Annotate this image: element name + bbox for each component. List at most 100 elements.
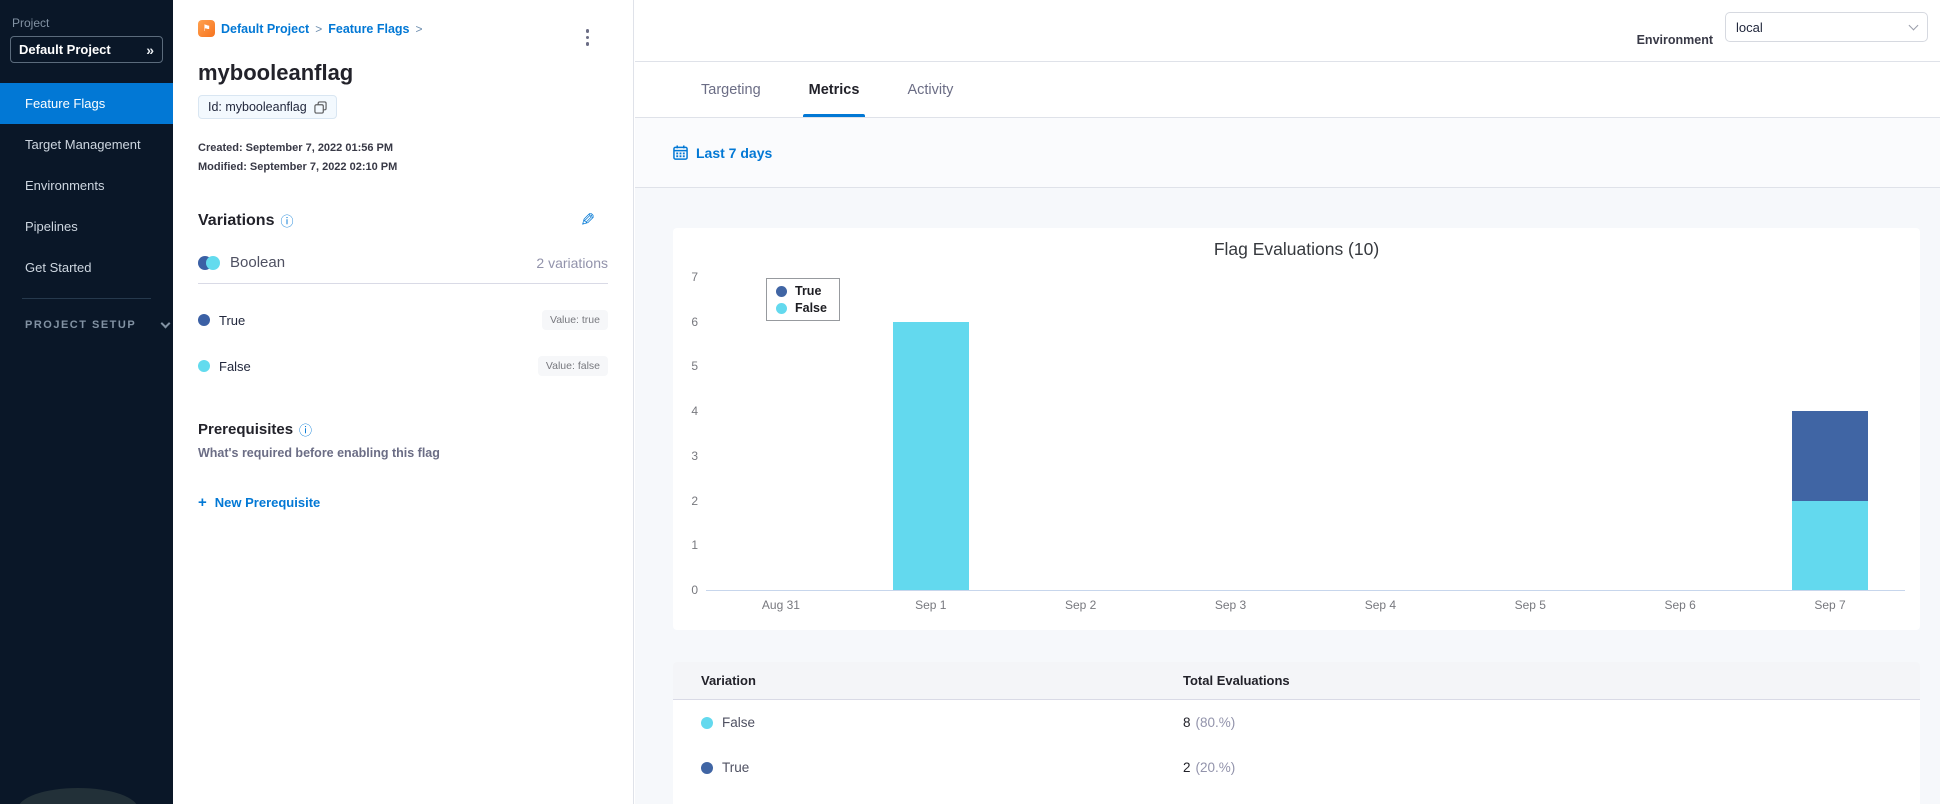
variation-color-dot bbox=[198, 360, 210, 372]
feature-flags-module-icon: ⚑ bbox=[198, 20, 215, 37]
date-range-filter[interactable]: Last 7 days bbox=[673, 145, 772, 161]
sidebar-item-pipelines[interactable]: Pipelines bbox=[0, 206, 173, 247]
project-label: Project bbox=[12, 16, 50, 30]
x-axis-tick-label: Aug 31 bbox=[761, 598, 800, 612]
expand-project-icon[interactable]: » bbox=[146, 42, 154, 58]
filter-bar: Last 7 days bbox=[635, 118, 1940, 188]
breadcrumb-feature-flags-link[interactable]: Feature Flags bbox=[328, 22, 409, 36]
flag-id-text: Id: mybooleanflag bbox=[208, 100, 307, 114]
sidebar: Project Default Project » Feature Flags T… bbox=[0, 0, 173, 804]
evaluations-table-card: Variation Total Evaluations False 8 (80.%)… bbox=[673, 662, 1920, 804]
variation-color-dot bbox=[701, 716, 713, 729]
variation-cell: True bbox=[673, 760, 1183, 775]
project-setup-label: PROJECT SETUP bbox=[25, 319, 137, 331]
boolean-type-icon bbox=[198, 255, 220, 270]
prerequisites-heading: Prerequisites bbox=[198, 421, 294, 438]
total-count: 2 bbox=[1183, 759, 1191, 775]
bar-false-sep-7[interactable] bbox=[1792, 500, 1869, 590]
table-header-row: Variation Total Evaluations bbox=[673, 662, 1920, 700]
variation-name: False bbox=[219, 358, 251, 374]
metrics-panel: Environment local Targeting Metrics Activi… bbox=[635, 0, 1940, 804]
sidebar-item-get-started[interactable]: Get Started bbox=[0, 247, 173, 288]
environment-select[interactable]: local bbox=[1725, 12, 1928, 42]
copy-icon[interactable] bbox=[314, 100, 327, 114]
variation-name: True bbox=[722, 760, 750, 775]
legend-item-false: False bbox=[776, 301, 827, 315]
variation-type-row: Boolean 2 variations bbox=[198, 254, 608, 284]
breadcrumb-project-link[interactable]: Default Project bbox=[221, 22, 309, 36]
variation-color-dot bbox=[198, 314, 210, 326]
total-evaluations-cell: 8 (80.%) bbox=[1183, 714, 1235, 732]
y-axis-tick-label: 3 bbox=[691, 448, 698, 463]
y-axis-tick-label: 1 bbox=[691, 538, 698, 553]
total-evaluations-cell: 2 (20.%) bbox=[1183, 759, 1235, 777]
prerequisites-subtitle: What's required before enabling this fla… bbox=[198, 446, 440, 460]
new-prerequisite-button[interactable]: + New Prerequisite bbox=[198, 494, 608, 511]
bar-true-sep-7[interactable] bbox=[1792, 411, 1869, 501]
chart-plot: 0 1 2 3 4 5 6 7 Aug 31 Sep 1 Sep 2 Sep 3 Sep 4 Sep 5 S… bbox=[691, 270, 1905, 612]
y-axis-tick-label: 0 bbox=[691, 583, 698, 597]
variations-heading: Variations bbox=[198, 211, 275, 229]
bar-false-sep-1[interactable] bbox=[892, 321, 969, 590]
x-axis-tick-label: Sep 4 bbox=[1364, 598, 1397, 612]
x-axis-tick-label: Sep 2 bbox=[1065, 598, 1097, 612]
sidebar-item-feature-flags[interactable]: Feature Flags bbox=[0, 83, 173, 124]
tab-targeting[interactable]: Targeting bbox=[701, 62, 761, 117]
variation-cell: False bbox=[673, 715, 1183, 730]
x-axis-tick-label: Sep 7 bbox=[1814, 598, 1846, 612]
help-orb[interactable] bbox=[18, 788, 138, 804]
project-selector[interactable]: Default Project » bbox=[10, 36, 163, 63]
sidebar-divider bbox=[22, 298, 151, 299]
evaluations-chart-card: Flag Evaluations (10) 0 1 2 3 4 5 6 7 Aug 31 Sep … bbox=[673, 228, 1920, 630]
total-percent: (20.%) bbox=[1195, 759, 1236, 775]
legend-item-true: True bbox=[776, 284, 827, 298]
chart-title: Flag Evaluations (10) bbox=[1213, 239, 1380, 259]
y-axis-tick-label: 7 bbox=[691, 270, 698, 284]
y-axis-tick-label: 5 bbox=[691, 359, 698, 374]
legend-label: False bbox=[795, 301, 827, 315]
created-date: Created: September 7, 2022 01:56 PM bbox=[198, 142, 394, 154]
flag-name-title: mybooleanflag bbox=[198, 60, 354, 85]
app-root: Project Default Project » Feature Flags T… bbox=[0, 0, 1940, 804]
chart-legend: True False bbox=[766, 278, 840, 321]
tab-bar: Targeting Metrics Activity bbox=[635, 62, 1940, 118]
variation-value-badge: Value: true bbox=[541, 310, 608, 330]
variation-color-dot bbox=[701, 761, 713, 774]
table-row: False 8 (80.%) bbox=[673, 700, 1920, 745]
sidebar-item-target-management[interactable]: Target Management bbox=[0, 124, 173, 165]
x-axis-tick-label: Sep 1 bbox=[915, 598, 947, 612]
legend-color-dot bbox=[776, 302, 787, 314]
sidebar-item-project-setup[interactable]: PROJECT SETUP bbox=[0, 318, 173, 331]
y-axis-tick-label: 6 bbox=[691, 314, 698, 329]
tab-activity[interactable]: Activity bbox=[907, 62, 953, 117]
x-axis-tick-label: Sep 5 bbox=[1514, 598, 1546, 612]
environment-selected-value: local bbox=[1736, 19, 1763, 35]
y-axis-tick-label: 2 bbox=[691, 493, 698, 508]
info-icon[interactable]: ⓘ bbox=[280, 211, 293, 230]
flag-options-menu-icon[interactable] bbox=[582, 25, 594, 50]
breadcrumb: ⚑ Default Project > Feature Flags > bbox=[198, 20, 608, 37]
total-count: 8 bbox=[1183, 714, 1191, 730]
tab-metrics[interactable]: Metrics bbox=[802, 62, 866, 117]
metrics-content: Flag Evaluations (10) 0 1 2 3 4 5 6 7 Aug 31 Sep … bbox=[635, 188, 1940, 804]
y-axis-tick-label: 4 bbox=[691, 404, 698, 419]
date-range-label: Last 7 days bbox=[696, 144, 773, 161]
flag-detail-panel: ⚑ Default Project > Feature Flags > mybo… bbox=[173, 0, 634, 804]
variation-list: True Value: true False Value: false bbox=[198, 310, 608, 376]
edit-variations-icon[interactable]: ✎ bbox=[580, 210, 595, 231]
breadcrumb-separator: > bbox=[315, 21, 323, 36]
plus-icon: + bbox=[198, 494, 207, 511]
info-icon[interactable]: ⓘ bbox=[299, 420, 312, 439]
x-axis-tick-label: Sep 3 bbox=[1214, 598, 1247, 612]
chevron-down-icon bbox=[160, 318, 171, 328]
variation-count: 2 variations bbox=[536, 254, 608, 271]
column-header-variation: Variation bbox=[701, 673, 756, 688]
table-body: False 8 (80.%) True 2 (20.%) bbox=[673, 700, 1920, 790]
modified-date: Modified: September 7, 2022 02:10 PM bbox=[198, 161, 398, 173]
x-axis-tick-label: Sep 6 bbox=[1664, 598, 1696, 612]
sidebar-item-environments[interactable]: Environments bbox=[0, 165, 173, 206]
chevron-down-icon bbox=[1908, 20, 1919, 31]
variation-name: True bbox=[219, 312, 246, 328]
flag-id-chip: Id: mybooleanflag bbox=[198, 95, 337, 119]
project-name: Default Project bbox=[19, 42, 111, 57]
